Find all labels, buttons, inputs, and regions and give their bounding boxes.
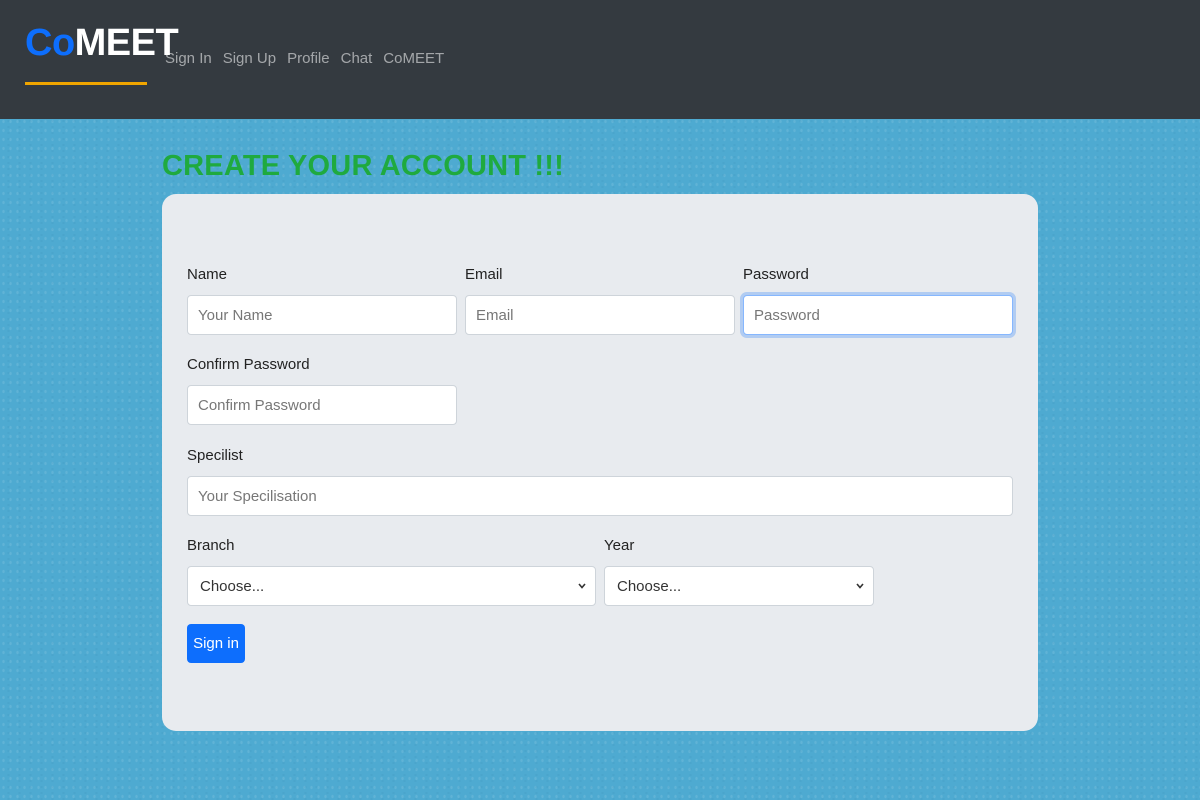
branch-selected-value: Choose... bbox=[200, 577, 265, 595]
nav-link-chat[interactable]: Chat bbox=[341, 50, 373, 67]
confirm-password-input[interactable] bbox=[187, 385, 457, 425]
password-input[interactable] bbox=[743, 295, 1013, 335]
confirm-password-label: Confirm Password bbox=[187, 356, 310, 373]
chevron-down-icon bbox=[578, 583, 586, 589]
signup-form-card: Name Email Password Confirm Password Spe… bbox=[162, 194, 1038, 731]
year-selected-value: Choose... bbox=[617, 577, 682, 595]
name-input[interactable] bbox=[187, 295, 457, 335]
chevron-down-icon bbox=[856, 583, 864, 589]
brand-meet: MEET bbox=[74, 22, 179, 64]
year-select[interactable]: Choose... bbox=[604, 566, 874, 606]
password-label: Password bbox=[743, 266, 809, 283]
branch-select[interactable]: Choose... bbox=[187, 566, 596, 606]
nav-link-profile[interactable]: Profile bbox=[287, 50, 330, 67]
brand-co: Co bbox=[25, 22, 75, 64]
page-title: CREATE YOUR ACCOUNT !!! bbox=[162, 150, 564, 182]
nav-links: Sign In Sign Up Profile Chat CoMEET bbox=[165, 50, 444, 67]
name-label: Name bbox=[187, 266, 228, 283]
specialist-label: Specilist bbox=[187, 447, 243, 464]
email-input[interactable] bbox=[465, 295, 735, 335]
nav-link-sign-in[interactable]: Sign In bbox=[165, 50, 212, 67]
branch-label: Branch bbox=[187, 537, 235, 554]
navbar: CoMEET Sign In Sign Up Profile Chat CoME… bbox=[0, 0, 1200, 119]
nav-link-comeet[interactable]: CoMEET bbox=[383, 50, 444, 67]
year-label: Year bbox=[604, 537, 635, 554]
nav-link-sign-up[interactable]: Sign Up bbox=[223, 50, 276, 67]
specialist-input[interactable] bbox=[187, 476, 1013, 516]
brand-underline bbox=[25, 82, 147, 85]
email-label: Email bbox=[465, 266, 503, 283]
sign-in-button[interactable]: Sign in bbox=[187, 624, 245, 663]
brand-logo[interactable]: CoMEET bbox=[25, 20, 179, 66]
